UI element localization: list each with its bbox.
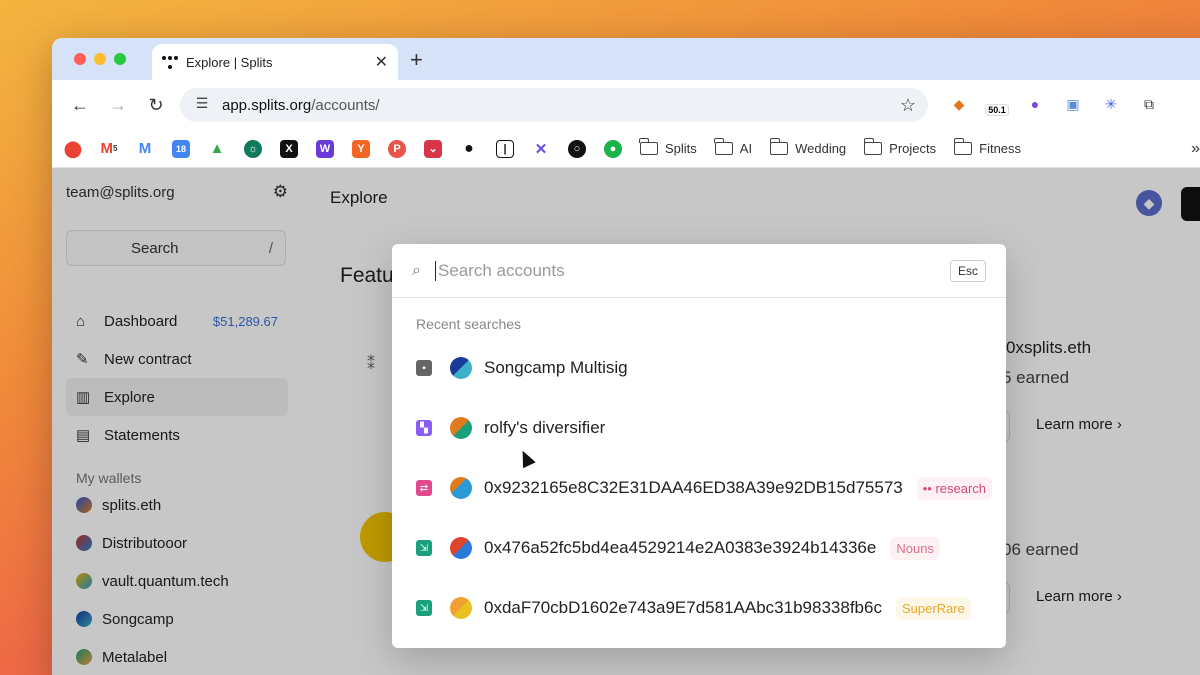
bookmark-folder-wedding[interactable]: Wedding (769, 138, 846, 156)
extensions-bar: ◆ 50.1 ● ▣ ✳ ⧉ (947, 92, 1161, 116)
result-avatar (450, 597, 472, 619)
splits-favicon-icon (162, 54, 178, 70)
site-settings-icon[interactable]: ☰ (192, 95, 212, 115)
search-accounts-input[interactable] (434, 260, 950, 281)
esc-key-hint[interactable]: Esc (949, 259, 986, 282)
drive-icon[interactable]: ▲ (208, 139, 226, 158)
split-pane-icon[interactable]: | (496, 139, 514, 158)
gmail-alt-icon[interactable]: M (136, 139, 154, 158)
recent-searches-heading: Recent searches (416, 316, 522, 332)
box-extension-icon[interactable]: ▣ (1061, 92, 1085, 116)
green-app-icon[interactable]: ● (604, 139, 622, 158)
address-bar[interactable]: ☰ app.splits.org/accounts/ ☆ (180, 88, 928, 122)
asterisk-extension-icon[interactable]: ✳ (1099, 92, 1123, 116)
circle-app-icon[interactable]: ○ (568, 139, 586, 158)
diversifier-icon: ▚ (416, 420, 432, 436)
tab-title: Explore | Splits (186, 54, 273, 70)
folder-icon (639, 138, 658, 155)
producthunt-icon[interactable]: P (388, 139, 406, 158)
folder-icon (769, 138, 789, 155)
window-controls (74, 53, 126, 65)
warpcast-icon[interactable]: W (316, 139, 334, 158)
folder-icon (863, 138, 883, 155)
result-avatar (450, 417, 472, 439)
bookmark-folder-projects[interactable]: Projects (863, 138, 936, 156)
bookmarks-bar: ⬤ M5 M 18 ▲ ☼ X W Y P ⌄ ● | ✕ ○ ● Splits… (52, 130, 1200, 168)
tab-close-icon[interactable]: ✕ (375, 52, 388, 72)
search-result[interactable]: ⇲ 0xdaF70cbD1602e743a9E7d581AAbc31b98338… (392, 578, 1006, 638)
bookmarks-overflow-icon[interactable]: » (1191, 140, 1200, 158)
extension-badge-icon[interactable]: 50.1 (985, 92, 1009, 116)
pocket-icon[interactable]: ⌄ (424, 139, 442, 158)
new-tab-button[interactable]: + (410, 47, 423, 73)
github-icon[interactable]: ● (460, 139, 478, 158)
reload-icon[interactable]: ↻ (142, 91, 170, 119)
x-icon[interactable]: X (280, 139, 298, 158)
starbucks-icon[interactable]: ☼ (244, 139, 262, 158)
browser-window: Explore | Splits ✕ + ← → ↻ ☰ app.splits.… (52, 38, 1200, 675)
close-window-button[interactable] (74, 53, 86, 65)
swapper-icon: ⇄ (416, 480, 432, 496)
calendar-icon[interactable]: 18 (172, 139, 190, 158)
search-result[interactable]: ▪ Songcamp Multisig (392, 338, 1006, 398)
search-result[interactable]: ⇲ 0x476a52fc5bd4ea4529214e2A0383e3924b14… (392, 518, 1006, 578)
result-tag: Nouns (890, 536, 940, 560)
result-name: 0x9232165e8C32E31DAA46ED38A39e92DB15d755… (484, 478, 903, 497)
search-icon: ⌕ (412, 261, 421, 279)
result-tag: •• research (916, 476, 993, 500)
result-name: Songcamp Multisig (484, 358, 628, 377)
maps-icon[interactable]: ⬤ (64, 139, 82, 158)
bookmark-folder-splits[interactable]: Splits (639, 138, 697, 156)
back-arrow-icon[interactable]: ← (66, 91, 94, 119)
maximize-window-button[interactable] (114, 53, 126, 65)
split-type-icon: ⇲ (416, 600, 432, 616)
browser-toolbar: ← → ↻ ☰ app.splits.org/accounts/ ☆ ◆ 50.… (52, 80, 1200, 130)
search-modal: ⌕ Esc Recent searches ▪ Songcamp Multisi… (392, 244, 1006, 648)
result-avatar (450, 477, 472, 499)
bookmark-folder-ai[interactable]: AI (714, 138, 752, 156)
result-name: 0x476a52fc5bd4ea4529214e2A0383e3924b1433… (484, 538, 877, 557)
folder-icon (953, 138, 973, 155)
bookmark-star-icon[interactable]: ☆ (900, 95, 916, 116)
active-tab[interactable]: Explore | Splits ✕ (152, 44, 398, 80)
ycombinator-icon[interactable]: Y (352, 139, 370, 158)
contact-icon: ▪ (416, 360, 432, 376)
tab-strip: Explore | Splits ✕ + (52, 38, 1200, 80)
result-name: 0xdaF70cbD1602e743a9E7d581AAbc31b98338fb… (484, 598, 882, 617)
app-page: team@splits.org ⚙ Search / ⌂ Dashboard $… (52, 168, 1200, 675)
split-type-icon: ⇲ (416, 540, 432, 556)
puzzle-icon[interactable]: ⧉ (1137, 92, 1161, 116)
bookmark-folder-fitness[interactable]: Fitness (953, 138, 1021, 156)
result-name: rolfy's diversifier (484, 418, 606, 437)
forward-arrow-icon[interactable]: → (104, 91, 132, 119)
cross-tool-icon[interactable]: ✕ (532, 139, 550, 158)
minimize-window-button[interactable] (94, 53, 106, 65)
search-result[interactable]: ▚ rolfy's diversifier (392, 398, 1006, 458)
result-tag: SuperRare (895, 596, 971, 620)
result-avatar (450, 537, 472, 559)
url-text: app.splits.org/accounts/ (222, 96, 380, 114)
search-result[interactable]: ⇄ 0x9232165e8C32E31DAA46ED38A39e92DB15d7… (392, 458, 1006, 518)
result-avatar (450, 357, 472, 379)
folder-icon (714, 138, 733, 155)
modal-search-bar: ⌕ Esc (392, 244, 1006, 298)
purple-extension-icon[interactable]: ● (1023, 92, 1047, 116)
gmail-icon[interactable]: M5 (100, 139, 118, 158)
metamask-icon[interactable]: ◆ (947, 92, 971, 116)
